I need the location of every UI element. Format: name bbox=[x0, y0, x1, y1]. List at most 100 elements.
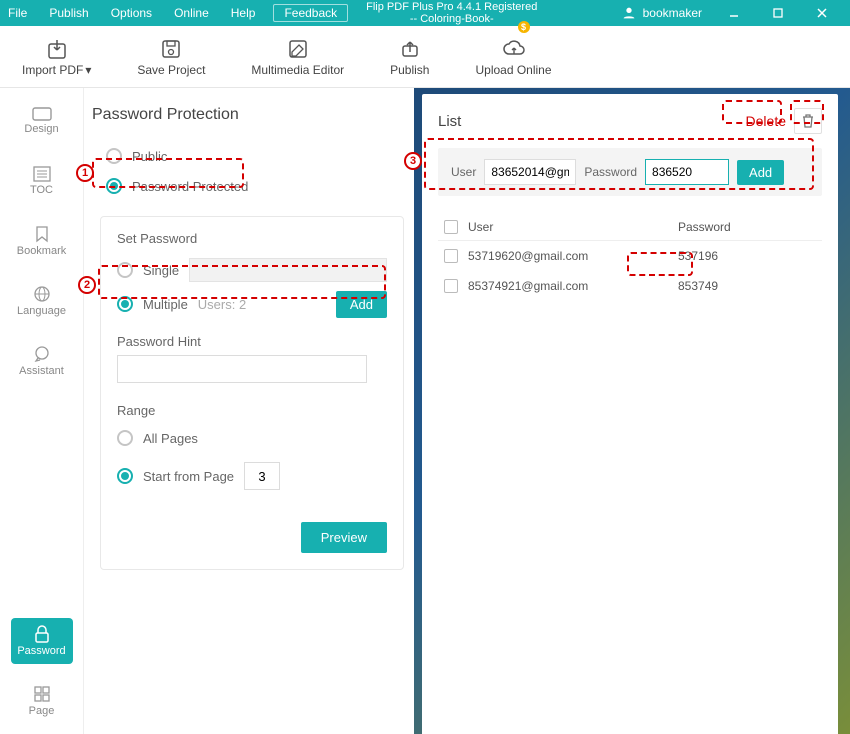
import-icon bbox=[45, 37, 69, 61]
menu-bar: File Publish Options Online Help bbox=[8, 6, 255, 20]
menu-help[interactable]: Help bbox=[231, 6, 256, 20]
minimize-button[interactable] bbox=[712, 0, 756, 26]
set-password-card: Set Password Single Multiple Users: 2 Ad… bbox=[100, 216, 404, 570]
user-name: bookmaker bbox=[643, 6, 702, 20]
import-label: Import PDF bbox=[22, 63, 83, 77]
main-area: Design TOC Bookmark Language Assistant P… bbox=[0, 88, 850, 734]
design-label: Design bbox=[24, 123, 58, 135]
new-user-label: User bbox=[451, 165, 476, 179]
design-icon bbox=[32, 107, 52, 121]
radio-multiple[interactable] bbox=[117, 296, 133, 312]
hint-input[interactable] bbox=[117, 355, 367, 383]
table-row[interactable]: 85374921@gmail.com 853749 bbox=[438, 271, 822, 301]
multimedia-editor-button[interactable]: Multimedia Editor bbox=[251, 37, 344, 77]
app-title: Flip PDF Plus Pro 4.4.1 Registered -- Co… bbox=[366, 1, 537, 25]
radio-single[interactable] bbox=[117, 262, 133, 278]
start-page-input[interactable] bbox=[244, 462, 280, 490]
set-password-label: Set Password bbox=[117, 231, 387, 246]
radio-password-protected[interactable] bbox=[106, 178, 122, 194]
upload-badge: $ bbox=[518, 21, 530, 33]
publish-button[interactable]: Publish bbox=[390, 37, 429, 77]
multiple-label: Multiple bbox=[143, 297, 188, 312]
preview-pane: List Delete User Password Add User Passw… bbox=[414, 88, 850, 734]
save-label: Save Project bbox=[137, 63, 205, 77]
password-label: Password bbox=[17, 645, 65, 657]
multimedia-icon bbox=[287, 37, 309, 61]
upload-label: Upload Online bbox=[475, 63, 551, 77]
sidebar: Design TOC Bookmark Language Assistant P… bbox=[0, 88, 84, 734]
annotation-3: 3 bbox=[404, 152, 422, 170]
sidebar-item-design[interactable]: Design bbox=[11, 98, 73, 144]
feedback-button[interactable]: Feedback bbox=[273, 4, 348, 22]
title-bar: File Publish Options Online Help Feedbac… bbox=[0, 0, 850, 26]
add-multiple-button[interactable]: Add bbox=[336, 291, 387, 318]
panel-title: Password Protection bbox=[92, 106, 404, 124]
assistant-icon bbox=[33, 345, 51, 363]
range-label: Range bbox=[117, 403, 387, 418]
trash-icon bbox=[801, 113, 815, 129]
assistant-label: Assistant bbox=[19, 365, 64, 377]
toc-icon bbox=[33, 166, 51, 182]
public-label: Public bbox=[132, 149, 167, 164]
password-list-card: List Delete User Password Add User Passw… bbox=[422, 94, 838, 734]
toc-label: TOC bbox=[30, 184, 53, 196]
select-all-checkbox[interactable] bbox=[444, 220, 458, 234]
lock-icon bbox=[34, 625, 50, 643]
toolbar: Import PDF ▾ Save Project Multimedia Edi… bbox=[0, 26, 850, 88]
sidebar-item-bookmark[interactable]: Bookmark bbox=[11, 218, 73, 264]
col-user-header: User bbox=[468, 220, 678, 234]
row-user: 85374921@gmail.com bbox=[468, 279, 678, 293]
menu-file[interactable]: File bbox=[8, 6, 27, 20]
language-icon bbox=[33, 285, 51, 303]
radio-all-pages[interactable] bbox=[117, 430, 133, 446]
sidebar-item-assistant[interactable]: Assistant bbox=[11, 338, 73, 384]
maximize-button[interactable] bbox=[756, 0, 800, 26]
row-checkbox[interactable] bbox=[444, 279, 458, 293]
page-icon bbox=[33, 685, 51, 703]
new-password-input[interactable] bbox=[645, 159, 729, 185]
language-label: Language bbox=[17, 305, 66, 317]
trash-button[interactable] bbox=[794, 108, 822, 134]
user-area[interactable]: bookmaker bbox=[621, 5, 702, 21]
close-button[interactable] bbox=[800, 0, 844, 26]
upload-online-button[interactable]: $ Upload Online bbox=[475, 37, 551, 77]
preview-button[interactable]: Preview bbox=[301, 522, 387, 553]
menu-online[interactable]: Online bbox=[174, 6, 209, 20]
page-label: Page bbox=[29, 705, 55, 717]
start-from-label: Start from Page bbox=[143, 469, 234, 484]
menu-publish[interactable]: Publish bbox=[49, 6, 88, 20]
sidebar-item-page[interactable]: Page bbox=[11, 678, 73, 724]
new-user-input[interactable] bbox=[484, 159, 576, 185]
annotation-1: 1 bbox=[76, 164, 94, 182]
col-password-header: Password bbox=[678, 220, 731, 234]
single-password-input[interactable] bbox=[189, 258, 387, 282]
single-label: Single bbox=[143, 263, 179, 278]
delete-button[interactable]: Delete bbox=[746, 113, 786, 129]
annotation-2: 2 bbox=[78, 276, 96, 294]
row-checkbox[interactable] bbox=[444, 249, 458, 263]
list-title: List bbox=[438, 113, 746, 130]
bookmark-icon bbox=[34, 225, 50, 243]
sidebar-item-toc[interactable]: TOC bbox=[11, 158, 73, 204]
cloud-upload-icon bbox=[501, 37, 527, 61]
publish-icon bbox=[399, 37, 421, 61]
radio-public[interactable] bbox=[106, 148, 122, 164]
users-count: Users: 2 bbox=[198, 297, 246, 312]
add-user-button[interactable]: Add bbox=[737, 160, 784, 185]
window-controls bbox=[712, 0, 844, 26]
all-pages-label: All Pages bbox=[143, 431, 198, 446]
save-project-button[interactable]: Save Project bbox=[137, 37, 205, 77]
multimedia-label: Multimedia Editor bbox=[251, 63, 344, 77]
import-pdf-button[interactable]: Import PDF ▾ bbox=[22, 37, 91, 77]
sidebar-item-password[interactable]: Password bbox=[11, 618, 73, 664]
sidebar-item-language[interactable]: Language bbox=[11, 278, 73, 324]
password-panel: Password Protection Public Password Prot… bbox=[84, 88, 414, 734]
table-row[interactable]: 53719620@gmail.com 537196 bbox=[438, 241, 822, 271]
new-password-label: Password bbox=[584, 165, 637, 179]
radio-start-from-page[interactable] bbox=[117, 468, 133, 484]
hint-label: Password Hint bbox=[117, 334, 387, 349]
user-icon bbox=[621, 5, 637, 21]
menu-options[interactable]: Options bbox=[111, 6, 152, 20]
list-header: User Password bbox=[438, 214, 822, 241]
row-password: 853749 bbox=[678, 279, 718, 293]
